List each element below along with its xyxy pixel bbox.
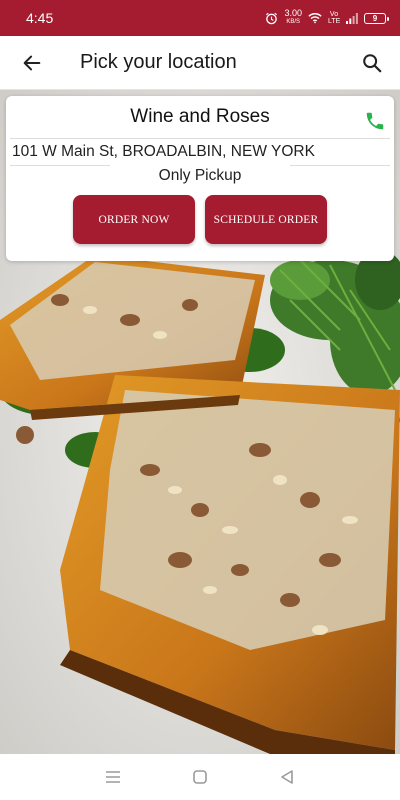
schedule-order-button[interactable]: SCHEDULE ORDER (205, 195, 327, 244)
battery-level: 9 (372, 13, 378, 23)
nav-menu-button[interactable] (93, 757, 133, 797)
status-time: 4:45 (26, 10, 54, 26)
wifi-icon (308, 12, 322, 24)
back-button[interactable] (2, 36, 62, 90)
store-address: 101 W Main St, BROADALBIN, NEW YORK (12, 143, 315, 160)
status-bar: 4:45 3.00 KB/S Vo LTE 9 (0, 0, 400, 36)
store-name: Wine and Roses (130, 106, 270, 127)
nav-home-button[interactable] (180, 757, 220, 797)
net-speed-value: 3.00 (284, 8, 302, 18)
system-nav-bar (0, 754, 400, 800)
app-bar: Pick your location (0, 36, 400, 90)
search-button[interactable] (344, 36, 400, 90)
signal-icon (346, 12, 358, 24)
net-speed-unit: KB/S (286, 19, 301, 25)
volte-icon: Vo LTE (328, 11, 340, 25)
status-icons: 3.00 KB/S Vo LTE 9 (265, 9, 389, 27)
pickup-label: Only Pickup (158, 167, 242, 184)
action-buttons: ORDER NOW SCHEDULE ORDER (6, 195, 394, 244)
page-title: Pick your location (80, 51, 237, 73)
order-now-button[interactable]: ORDER NOW (73, 195, 195, 244)
store-name-row: Wine and Roses (6, 96, 394, 138)
battery-icon: 9 (364, 12, 389, 24)
search-icon (363, 53, 382, 72)
volte-label: Vo LTE (328, 11, 341, 25)
nav-back-button[interactable] (267, 757, 307, 797)
menu-icon (106, 771, 121, 783)
phone-icon (366, 112, 384, 130)
net-speed: 3.00 KB/S (284, 9, 302, 27)
pickup-row: Only Pickup (6, 165, 394, 187)
store-card: Wine and Roses 101 W Main St, BROADALBIN… (6, 96, 394, 261)
triangle-back-icon (280, 770, 293, 784)
alarm-icon (265, 12, 278, 25)
arrow-left-icon (23, 55, 41, 70)
square-icon (193, 770, 207, 784)
call-button[interactable] (362, 108, 388, 134)
